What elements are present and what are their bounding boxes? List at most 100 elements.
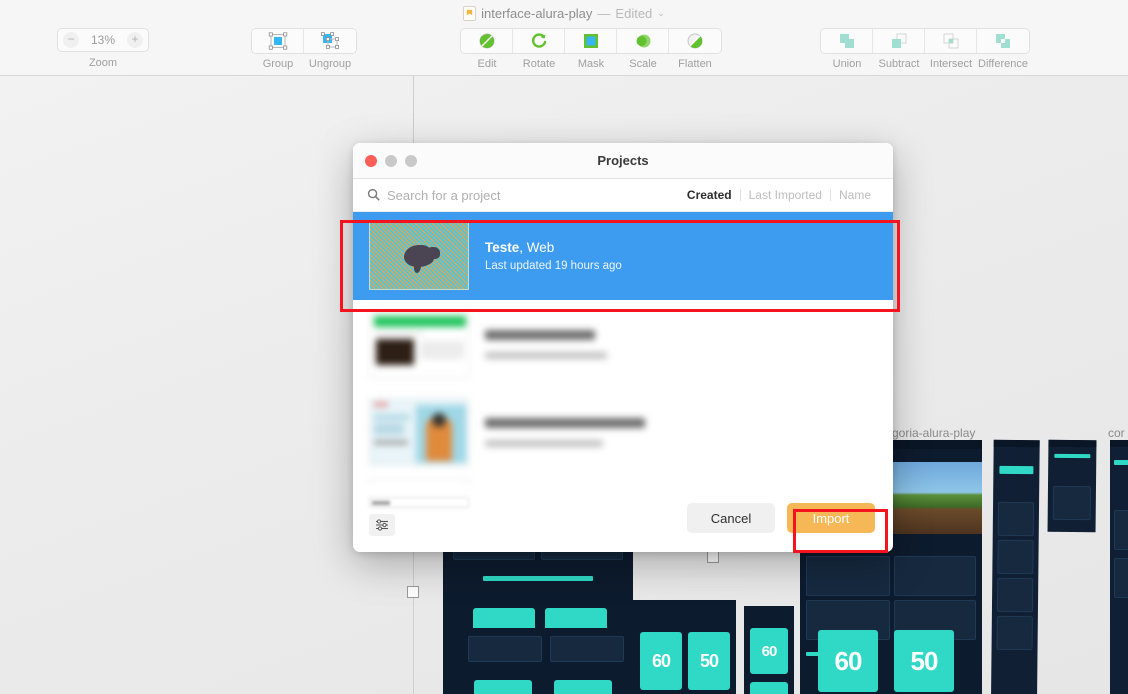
minimize-icon[interactable] bbox=[385, 154, 397, 167]
close-icon[interactable] bbox=[365, 154, 377, 167]
board-accent-line bbox=[483, 576, 593, 581]
project-thumbnail bbox=[369, 222, 469, 290]
maximize-icon[interactable] bbox=[405, 154, 417, 167]
board-card bbox=[806, 556, 890, 596]
board-card bbox=[1114, 510, 1128, 550]
flatten-button[interactable] bbox=[669, 29, 721, 53]
price-card-semestral-mobile: 60 bbox=[640, 632, 682, 690]
scale-icon bbox=[636, 34, 650, 48]
scale-button[interactable] bbox=[617, 29, 669, 53]
dialog-titlebar: Projects bbox=[353, 143, 893, 179]
board-card bbox=[1052, 485, 1091, 521]
zoom-increase-button[interactable]: + bbox=[127, 32, 143, 48]
union-icon bbox=[839, 34, 854, 48]
ungroup-button[interactable] bbox=[304, 29, 356, 53]
thumb-line bbox=[374, 441, 408, 444]
document-title-bar[interactable]: interface-alura-play — Edited ⌄ bbox=[0, 3, 1128, 23]
projects-list[interactable]: Teste, Web Last updated 19 hours ago bbox=[353, 212, 893, 484]
projects-dialog[interactable]: Projects Created Last Imported Name bbox=[353, 143, 893, 552]
rotate-button[interactable] bbox=[513, 29, 565, 53]
artboard-mobile-1[interactable]: 60 bbox=[990, 439, 1040, 694]
intersect-button[interactable] bbox=[925, 29, 977, 53]
project-updated bbox=[485, 439, 603, 447]
sort-name[interactable]: Name bbox=[831, 188, 879, 202]
scale-label: Scale bbox=[629, 58, 657, 70]
difference-button[interactable] bbox=[977, 29, 1029, 53]
price-card-col: 60 bbox=[750, 628, 788, 674]
price-card-amount: 60 bbox=[834, 646, 863, 676]
board-accent-line bbox=[999, 465, 1034, 475]
project-row[interactable] bbox=[353, 300, 893, 388]
price-card-amount: 50 bbox=[699, 651, 719, 671]
boolean-tools: Union Subtract Intersect Difference bbox=[820, 28, 1030, 70]
project-updated: Last updated 19 hours ago bbox=[485, 260, 622, 272]
search-icon bbox=[367, 188, 380, 203]
union-button[interactable] bbox=[821, 29, 873, 53]
search-input[interactable] bbox=[387, 187, 679, 203]
mask-icon bbox=[583, 34, 598, 48]
difference-icon bbox=[996, 34, 1010, 48]
thumb-text-block bbox=[420, 341, 464, 359]
group-button[interactable] bbox=[252, 29, 304, 53]
artboard-detail-left[interactable]: 60 50 bbox=[460, 628, 632, 694]
thumb-line bbox=[374, 415, 410, 419]
zoom-control-group: − 13% + Zoom bbox=[57, 28, 149, 69]
price-card-amount: 60 bbox=[651, 651, 671, 671]
artboard-label-2: cor bbox=[1108, 426, 1125, 440]
intersect-label: Intersect bbox=[929, 58, 973, 70]
board-card bbox=[550, 636, 624, 662]
zoom-decrease-button[interactable]: − bbox=[63, 32, 79, 48]
intersect-icon bbox=[943, 33, 958, 49]
group-tool-labels: Group Ungroup bbox=[252, 58, 356, 70]
board-price-50: 50 bbox=[554, 680, 612, 694]
artboard-pricing-column[interactable]: 60 50 bbox=[744, 606, 794, 694]
mask-button[interactable] bbox=[565, 29, 617, 53]
mask-label: Mask bbox=[577, 58, 605, 70]
chevron-down-icon[interactable]: ⌄ bbox=[657, 8, 665, 18]
artboard-pricing-mobile[interactable]: 60 50 bbox=[632, 600, 736, 694]
document-separator: — bbox=[597, 5, 611, 21]
selection-handle[interactable] bbox=[407, 586, 419, 598]
import-button[interactable]: Import bbox=[787, 503, 875, 533]
project-row[interactable] bbox=[353, 476, 893, 484]
inline-search-field[interactable] bbox=[369, 497, 469, 508]
board-navbar bbox=[1110, 440, 1128, 447]
sort-controls: Created Last Imported Name bbox=[679, 188, 879, 202]
subtract-button[interactable] bbox=[873, 29, 925, 53]
shape-tools: Edit Rotate Mask Scale Flatten bbox=[460, 28, 722, 70]
project-thumbnail bbox=[369, 310, 469, 378]
zoom-label: Zoom bbox=[88, 57, 118, 69]
edit-button[interactable] bbox=[461, 29, 513, 53]
artboard-mobile-2[interactable] bbox=[1047, 439, 1097, 533]
sort-last-imported[interactable]: Last Imported bbox=[741, 188, 830, 202]
project-name: Teste bbox=[485, 240, 520, 255]
project-row[interactable] bbox=[353, 388, 893, 476]
price-card-col: 50 bbox=[750, 682, 788, 694]
board-accent-line bbox=[1114, 460, 1128, 465]
sort-created[interactable]: Created bbox=[679, 188, 740, 202]
edit-label: Edit bbox=[477, 58, 497, 70]
dialog-search-bar: Created Last Imported Name bbox=[353, 179, 893, 212]
flatten-label: Flatten bbox=[678, 58, 712, 70]
thumb-banner bbox=[374, 316, 466, 327]
price-card-amount: 60 bbox=[761, 642, 778, 660]
project-type: Web bbox=[526, 240, 555, 255]
artboard-mobile-3[interactable] bbox=[1110, 440, 1128, 694]
project-thumbnail bbox=[369, 398, 469, 466]
rotate-label: Rotate bbox=[522, 58, 556, 70]
project-name bbox=[485, 417, 645, 428]
zoom-stepper[interactable]: − 13% + bbox=[57, 28, 149, 52]
project-meta: Teste, Web Last updated 19 hours ago bbox=[485, 240, 622, 272]
cancel-button[interactable]: Cancel bbox=[687, 503, 775, 533]
ungroup-icon bbox=[321, 32, 340, 49]
selection-handle-2[interactable] bbox=[707, 551, 719, 563]
filter-button[interactable] bbox=[369, 514, 395, 536]
subtract-label: Subtract bbox=[878, 58, 920, 70]
sliders-icon bbox=[376, 519, 388, 531]
artboard-label-1: goria-alura-play bbox=[892, 426, 976, 440]
board-card bbox=[1114, 558, 1128, 598]
project-row-selected[interactable]: Teste, Web Last updated 19 hours ago bbox=[353, 212, 893, 300]
board-card bbox=[997, 539, 1034, 575]
edit-icon bbox=[479, 33, 494, 49]
app-toolbar: interface-alura-play — Edited ⌄ − 13% + … bbox=[0, 0, 1128, 76]
